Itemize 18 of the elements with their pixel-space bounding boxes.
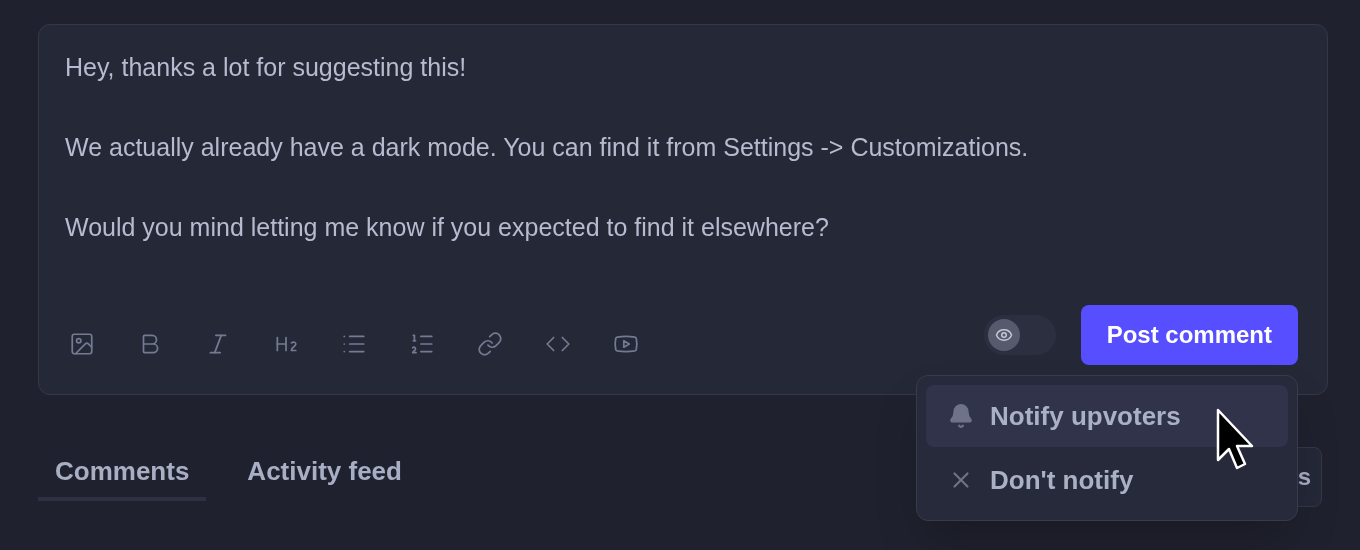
image-icon-button[interactable]	[69, 331, 95, 357]
menu-item-label: Notify upvoters	[990, 399, 1181, 433]
eye-icon	[987, 319, 1020, 351]
menu-item-label: Don't notify	[990, 463, 1134, 497]
numbered-list-icon-button[interactable]	[409, 331, 435, 357]
tab[interactable]: Activity feed	[230, 445, 419, 501]
bell-icon	[948, 403, 974, 429]
link-icon-button[interactable]	[477, 331, 503, 357]
menu-item[interactable]: Don't notify	[926, 449, 1288, 511]
comment-field[interactable]: Hey, thanks a lot for suggesting this! We actually already have a dark mode. You can find it from Settings -> Customizations. Would you mind letting me know if you expected to find it elsewhere?	[39, 25, 1327, 305]
tab[interactable]: Comments	[38, 445, 207, 501]
menu-item[interactable]: Notify upvoters	[926, 385, 1288, 447]
comment-text: Would you mind letting me know if you expected to find it elsewhere?	[65, 212, 830, 243]
private-toggle[interactable]	[983, 315, 1056, 355]
comment-text: Hey, thanks a lot for suggesting this!	[65, 52, 468, 83]
post-comment-button[interactable]: Post comment	[1080, 305, 1298, 365]
comment-text: We actually already have a dark mode. You can find it from Settings -> Customizations.	[65, 132, 1030, 163]
cursor-icon	[1216, 408, 1254, 472]
